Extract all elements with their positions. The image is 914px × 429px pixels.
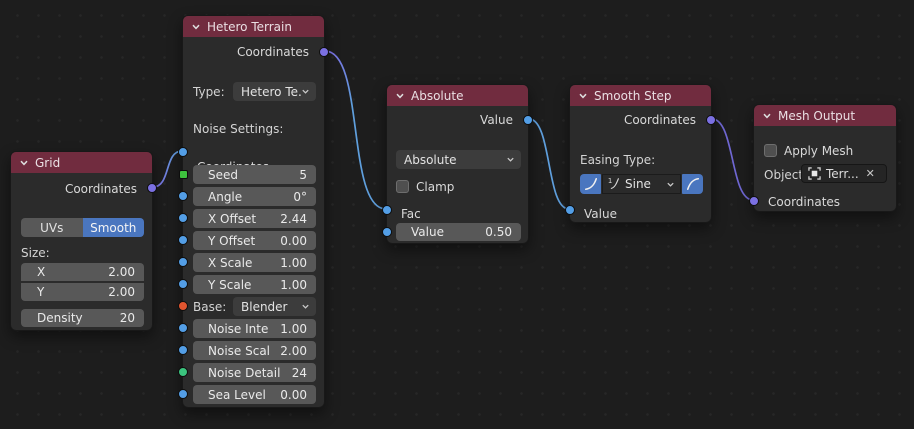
socket-y-scale[interactable] xyxy=(178,279,188,289)
apply-mesh-checkbox[interactable] xyxy=(764,144,777,157)
output-label-coordinates: Coordinates xyxy=(624,112,696,128)
value-field[interactable]: Value0.50 xyxy=(396,223,521,241)
ease-in-button[interactable] xyxy=(580,174,601,194)
chevron-down-icon xyxy=(506,155,515,164)
node-meshoutput-header[interactable]: Mesh Output xyxy=(754,105,896,126)
interpolation-icon: 1 xyxy=(607,177,621,191)
wire-hetero-to-absolute xyxy=(325,51,386,209)
output-label-value: Value xyxy=(480,112,513,128)
input-label-value: Value xyxy=(584,206,617,222)
socket-sea-level[interactable] xyxy=(178,389,188,399)
socket-meshoutput-coordinates-in[interactable] xyxy=(749,196,759,206)
socket-y-offset[interactable] xyxy=(178,235,188,245)
easing-function-dropdown[interactable]: 1 Sine xyxy=(602,174,681,194)
node-title: Hetero Terrain xyxy=(207,20,292,34)
toggle-uvs-button[interactable]: UVs xyxy=(21,218,83,237)
collapse-chevron-icon[interactable] xyxy=(578,91,588,101)
toggle-smooth-button[interactable]: Smooth xyxy=(83,218,145,237)
node-grid-header[interactable]: Grid xyxy=(11,152,152,173)
socket-hetero-coordinates-out[interactable] xyxy=(319,47,329,57)
svg-text:1: 1 xyxy=(608,177,612,185)
ease-out-button[interactable] xyxy=(682,174,703,194)
clamp-checkbox[interactable] xyxy=(396,180,409,193)
y-scale-field[interactable]: Y Scale1.00 xyxy=(193,275,316,294)
mesh-object-icon xyxy=(808,167,821,180)
chevron-down-icon xyxy=(301,87,310,96)
size-x-field[interactable]: X2.00 xyxy=(21,263,144,281)
collapse-chevron-icon[interactable] xyxy=(395,91,405,101)
uv-smooth-toggle: UVs Smooth xyxy=(21,218,144,237)
socket-noise-scale[interactable] xyxy=(178,345,188,355)
node-mesh-output[interactable]: Mesh Output Apply Mesh Object: Terr... ✕… xyxy=(753,104,897,212)
node-smoothstep-header[interactable]: Smooth Step xyxy=(570,85,711,106)
node-title: Absolute xyxy=(411,89,463,103)
socket-noise-detail[interactable] xyxy=(178,367,188,377)
angle-field[interactable]: Angle0° xyxy=(193,187,316,206)
wire-smoothstep-to-meshoutput xyxy=(712,119,753,200)
output-label-coordinates: Coordinates xyxy=(237,44,309,60)
socket-hetero-coordinates-in[interactable] xyxy=(178,147,188,157)
ease-out-curve-icon xyxy=(686,177,700,191)
noise-detail-field[interactable]: Noise Detail24 xyxy=(193,363,316,382)
clear-object-icon[interactable]: ✕ xyxy=(866,167,875,180)
collapse-chevron-icon[interactable] xyxy=(19,158,29,168)
socket-angle[interactable] xyxy=(178,191,188,201)
node-grid[interactable]: Grid Coordinates UVs Smooth Size: X2.00 … xyxy=(10,151,153,331)
size-label: Size: xyxy=(21,245,50,261)
socket-absolute-value-in[interactable] xyxy=(382,227,392,237)
node-title: Mesh Output xyxy=(778,109,855,123)
chevron-down-icon xyxy=(666,180,675,189)
density-field[interactable]: Density20 xyxy=(21,309,144,327)
operation-dropdown[interactable]: Absolute xyxy=(396,150,521,169)
socket-seed[interactable] xyxy=(179,170,188,179)
easing-row: 1 Sine xyxy=(580,174,703,194)
y-offset-field[interactable]: Y Offset0.00 xyxy=(193,231,316,250)
ease-in-curve-icon xyxy=(584,177,598,191)
wire-absolute-to-smoothstep xyxy=(529,119,569,209)
apply-mesh-label: Apply Mesh xyxy=(784,144,853,158)
socket-x-scale[interactable] xyxy=(178,257,188,267)
node-smooth-step[interactable]: Smooth Step Coordinates Easing Type: 1 S… xyxy=(569,84,712,223)
size-y-field[interactable]: Y2.00 xyxy=(21,283,144,301)
base-dropdown[interactable]: Blender xyxy=(233,297,316,316)
socket-smoothstep-coordinates-out[interactable] xyxy=(706,115,716,125)
socket-x-offset[interactable] xyxy=(178,213,188,223)
node-absolute-header[interactable]: Absolute xyxy=(387,85,528,106)
easing-type-label: Easing Type: xyxy=(580,152,655,168)
object-name: Terr... xyxy=(826,167,859,181)
noise-settings-label: Noise Settings: xyxy=(193,121,283,137)
node-hetero-header[interactable]: Hetero Terrain xyxy=(183,16,324,37)
noise-scale-field[interactable]: Noise Scal2.00 xyxy=(193,341,316,360)
node-hetero-terrain[interactable]: Hetero Terrain Coordinates Type: Hetero … xyxy=(182,15,325,408)
type-dropdown[interactable]: Hetero Te... xyxy=(233,82,316,101)
collapse-chevron-icon[interactable] xyxy=(762,111,772,121)
chevron-down-icon xyxy=(301,302,310,311)
clamp-label: Clamp xyxy=(416,180,454,194)
base-label: Base: xyxy=(193,299,226,315)
socket-noise-intensity[interactable] xyxy=(178,323,188,333)
node-absolute[interactable]: Absolute Value Absolute Clamp Fac Value0… xyxy=(386,84,529,244)
seed-field[interactable]: Seed5 xyxy=(193,165,316,184)
wire-grid-to-hetero xyxy=(153,151,182,187)
x-scale-field[interactable]: X Scale1.00 xyxy=(193,253,316,272)
socket-absolute-value-out[interactable] xyxy=(523,115,533,125)
output-label-coordinates: Coordinates xyxy=(65,181,137,197)
collapse-chevron-icon[interactable] xyxy=(191,22,201,32)
type-label: Type: xyxy=(193,84,225,100)
socket-absolute-fac-in[interactable] xyxy=(382,205,392,215)
node-title: Grid xyxy=(35,156,60,170)
socket-smoothstep-value-in[interactable] xyxy=(565,205,575,215)
sea-level-field[interactable]: Sea Level0.00 xyxy=(193,385,316,404)
apply-mesh-row: Apply Mesh xyxy=(764,141,853,160)
socket-base[interactable] xyxy=(178,301,188,311)
x-offset-field[interactable]: X Offset2.44 xyxy=(193,209,316,228)
node-title: Smooth Step xyxy=(594,89,671,103)
node-editor-canvas[interactable]: Grid Coordinates UVs Smooth Size: X2.00 … xyxy=(0,0,914,429)
noise-intensity-field[interactable]: Noise Inte1.00 xyxy=(193,319,316,338)
input-label-coordinates: Coordinates xyxy=(768,194,840,210)
object-field[interactable]: Terr... ✕ xyxy=(801,164,887,183)
clamp-row: Clamp xyxy=(396,177,454,196)
input-label-fac: Fac xyxy=(401,206,421,222)
socket-grid-coordinates-out[interactable] xyxy=(147,183,157,193)
